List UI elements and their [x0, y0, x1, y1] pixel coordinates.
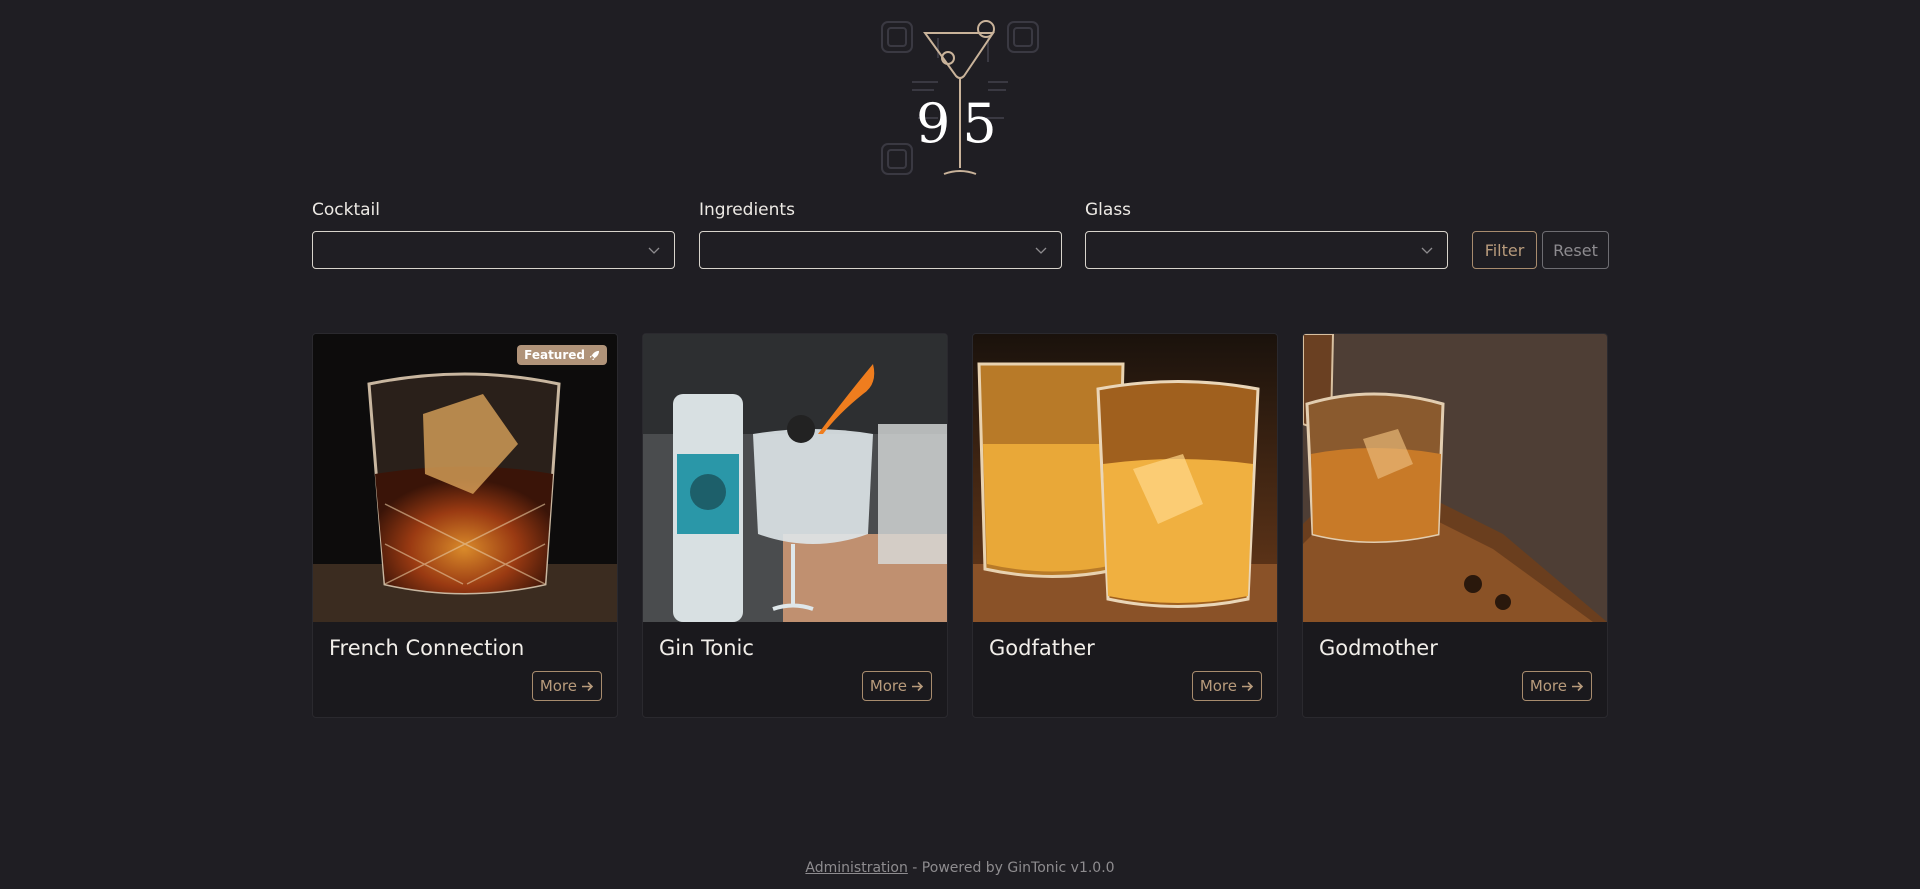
- arrow-right-icon: [1242, 681, 1254, 691]
- cocktail-image[interactable]: [973, 334, 1277, 622]
- featured-label: Featured: [524, 348, 585, 362]
- glass-label: Glass: [1085, 200, 1132, 220]
- footer: Administration - Powered by GinTonic v1.…: [0, 860, 1920, 876]
- reset-button[interactable]: Reset: [1542, 231, 1609, 269]
- cocktail-grid: Featured French Connection More Gin Toni…: [312, 333, 1608, 718]
- chevron-down-icon: [1035, 247, 1047, 254]
- cocktail-label: Cocktail: [312, 200, 380, 220]
- administration-link[interactable]: Administration: [805, 860, 907, 876]
- logo-text: 95: [916, 92, 1009, 155]
- glass-filter: Glass: [1085, 200, 1448, 269]
- ingredients-label: Ingredients: [699, 200, 795, 220]
- more-button[interactable]: More: [861, 671, 932, 701]
- ingredients-select[interactable]: [699, 231, 1062, 269]
- more-button[interactable]: More: [1191, 671, 1262, 701]
- chevron-down-icon: [1421, 247, 1433, 254]
- arrow-right-icon: [582, 681, 594, 691]
- more-button[interactable]: More: [531, 671, 602, 701]
- filter-button[interactable]: Filter: [1472, 231, 1537, 269]
- cocktail-card[interactable]: Featured French Connection More: [312, 333, 618, 718]
- cocktail-image[interactable]: [1303, 334, 1607, 622]
- cocktail-title: French Connection: [329, 636, 525, 660]
- more-label: More: [869, 677, 907, 695]
- cocktail-image[interactable]: [643, 334, 947, 622]
- chevron-down-icon: [648, 247, 660, 254]
- filter-bar: Cocktail Ingredients Glass Filter Reset: [312, 200, 1609, 270]
- site-logo[interactable]: 95: [878, 18, 1044, 178]
- more-label: More: [1199, 677, 1237, 695]
- cocktail-title: Godmother: [1319, 636, 1438, 660]
- arrow-right-icon: [912, 681, 924, 691]
- rocket-icon: [589, 350, 600, 360]
- cocktail-title: Godfather: [989, 636, 1095, 660]
- glass-select[interactable]: [1085, 231, 1448, 269]
- more-label: More: [1529, 677, 1567, 695]
- more-label: More: [539, 677, 577, 695]
- cocktail-card[interactable]: Gin Tonic More: [642, 333, 948, 718]
- powered-by-text: - Powered by GinTonic v1.0.0: [907, 860, 1115, 876]
- cocktail-filter: Cocktail: [312, 200, 675, 269]
- cocktail-card[interactable]: Godfather More: [972, 333, 1278, 718]
- more-button[interactable]: More: [1521, 671, 1592, 701]
- ingredients-filter: Ingredients: [699, 200, 1062, 269]
- featured-badge: Featured: [517, 345, 607, 365]
- cocktail-card[interactable]: Godmother More: [1302, 333, 1608, 718]
- cocktail-title: Gin Tonic: [659, 636, 754, 660]
- cocktail-image[interactable]: Featured: [313, 334, 617, 622]
- arrow-right-icon: [1572, 681, 1584, 691]
- cocktail-select[interactable]: [312, 231, 675, 269]
